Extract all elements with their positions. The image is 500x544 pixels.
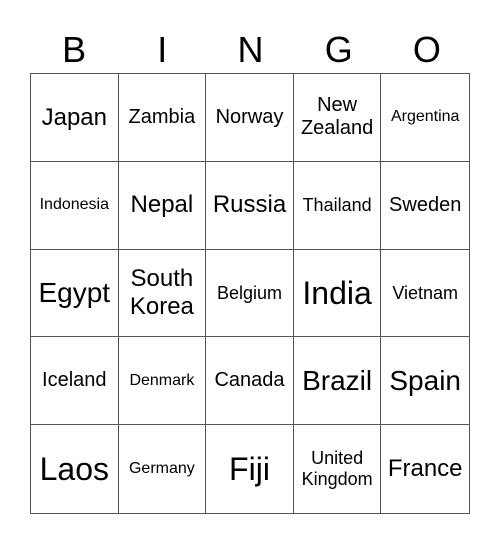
bingo-cell[interactable]: France [381,425,469,513]
bingo-cell[interactable]: Brazil [293,337,382,426]
bingo-cell[interactable]: India [293,249,382,338]
bingo-cell[interactable]: Canada [206,337,294,426]
bingo-cell[interactable]: Russia [206,161,294,250]
header-letter: G [324,29,353,70]
bingo-cell[interactable]: Fiji [206,425,294,513]
bingo-cell[interactable]: South Korea [118,249,207,338]
bingo-cell[interactable]: Zambia [118,74,207,162]
bingo-cell[interactable]: Thailand [293,161,382,250]
bingo-cell[interactable]: Japan [31,74,119,162]
header-letter: B [62,29,87,70]
bingo-cell[interactable]: United Kingdom [294,425,382,513]
bingo-cell[interactable]: Germany [119,425,207,513]
bingo-cell[interactable]: Indonesia [31,161,119,250]
bingo-cell[interactable]: Belgium [206,249,294,338]
bingo-cell[interactable]: Laos [31,425,119,513]
bingo-cell[interactable]: Nepal [118,161,207,250]
bingo-cell[interactable]: Egypt [31,249,119,338]
header-letter: I [157,29,168,70]
bingo-header: B I N G O [30,28,471,72]
bingo-cell[interactable]: Norway [206,74,294,162]
bingo-grid: Japan Zambia Norway New Zealand Argentin… [30,73,470,514]
bingo-cell[interactable]: Vietnam [381,250,469,338]
bingo-cell[interactable]: New Zealand [293,74,382,162]
bingo-cell[interactable]: Argentina [381,74,469,162]
bingo-cell[interactable]: Sweden [381,162,469,250]
bingo-cell[interactable]: Denmark [118,337,207,426]
bingo-cell[interactable]: Spain [381,337,469,426]
header-letter: O [412,29,441,70]
bingo-cell[interactable]: Iceland [31,337,119,426]
header-letter: N [237,29,264,70]
